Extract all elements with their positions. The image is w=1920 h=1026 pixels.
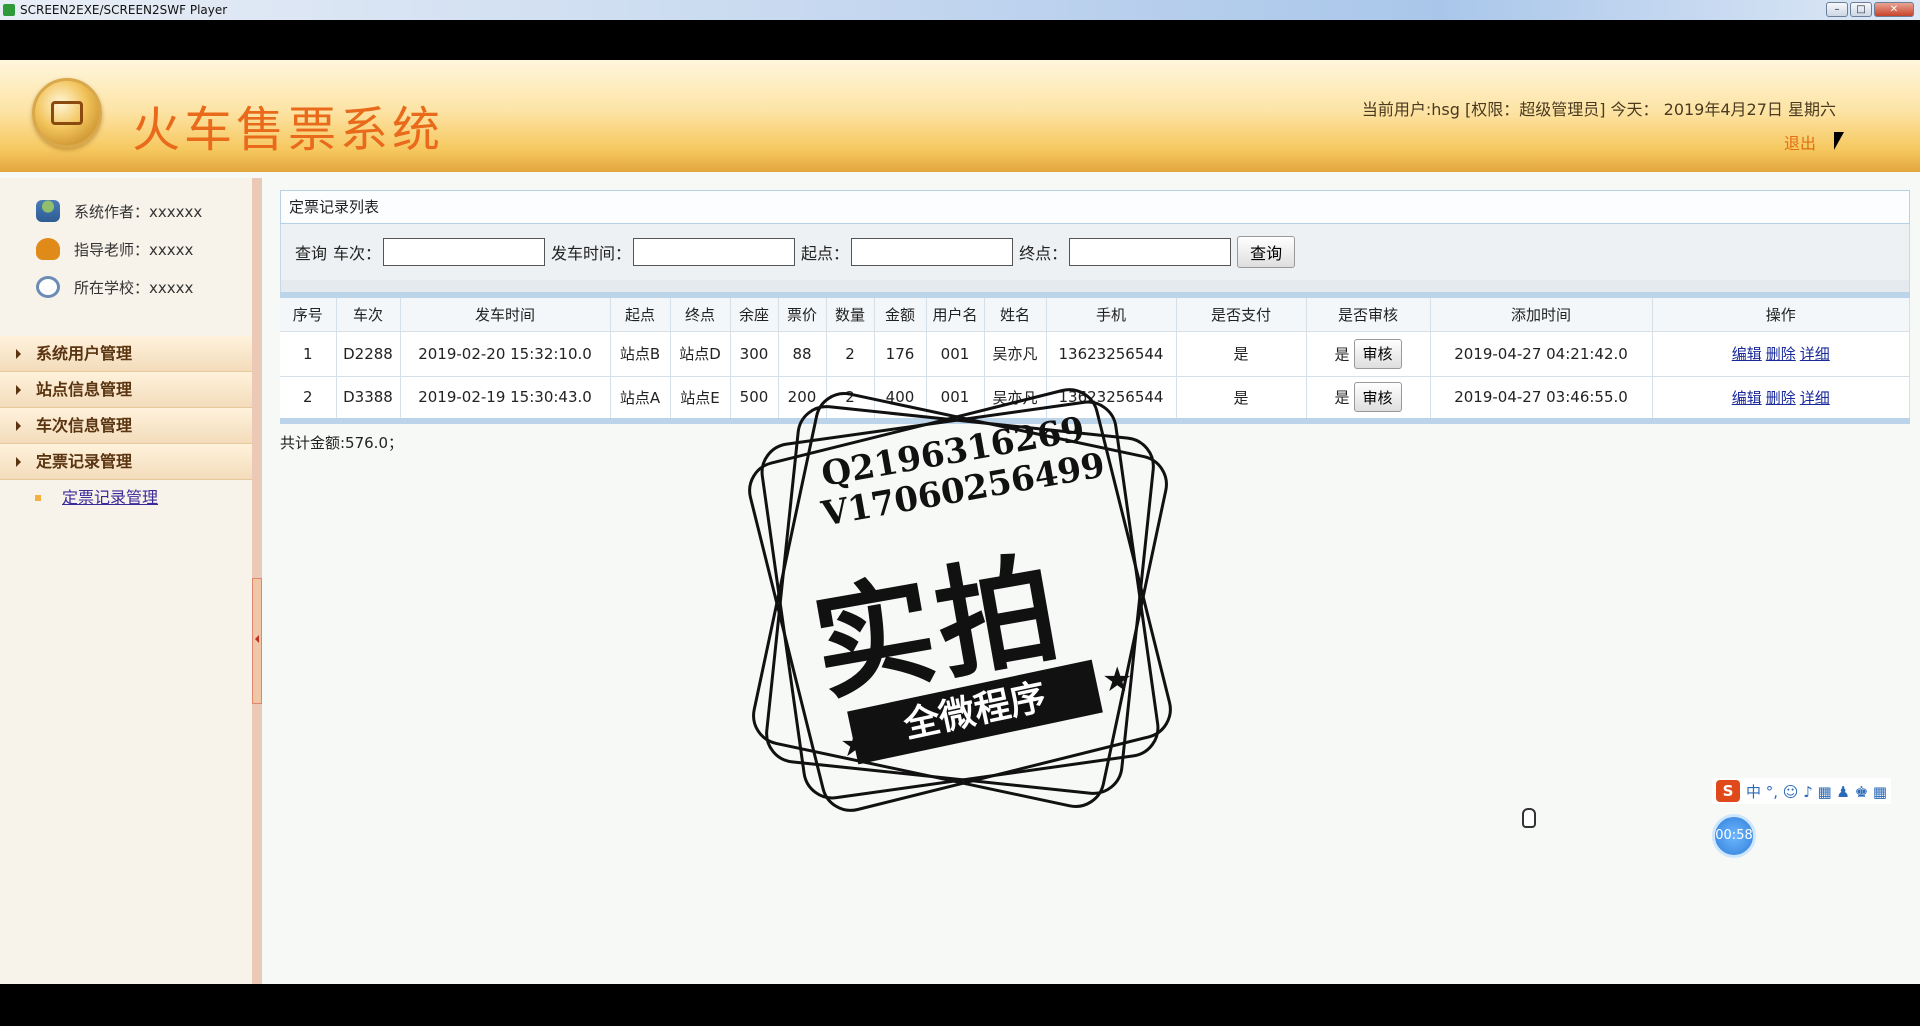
chevron-left-icon	[255, 635, 259, 643]
col-train: 车次	[336, 295, 401, 331]
table-row: 1 D2288 2019-02-20 15:32:10.0 站点B 站点D 30…	[280, 330, 1910, 376]
system-title: 火车售票系统	[132, 102, 445, 158]
col-actions: 操作	[1652, 295, 1910, 331]
delete-link[interactable]: 删除	[1766, 345, 1796, 363]
audit-button[interactable]: 审核	[1353, 338, 1402, 369]
sidebar: 系统作者：xxxxxx 指导老师：xxxxx 所在学校：xxxxx 系统用户管理…	[0, 178, 262, 984]
table-header-row: 序号 车次 发车时间 起点 终点 余座 票价 数量 金额 用户名 姓名 手机 是…	[280, 295, 1910, 331]
train-input[interactable]	[383, 238, 546, 266]
col-no: 序号	[280, 295, 337, 331]
watermark-ribbon: 全微程序	[847, 659, 1103, 765]
col-audited: 是否审核	[1306, 295, 1431, 331]
depart-time-label: 发车时间：	[551, 244, 632, 263]
watermark-line2: V17060256499	[818, 445, 1108, 535]
user-group-icon	[36, 200, 60, 222]
col-added: 添加时间	[1430, 295, 1653, 331]
col-paid: 是否支付	[1176, 295, 1307, 331]
minimize-button[interactable]: –	[1826, 2, 1848, 17]
delete-link[interactable]: 删除	[1766, 389, 1796, 407]
col-end: 终点	[670, 295, 731, 331]
clock-icon	[36, 276, 60, 298]
header: 火车售票系统 当前用户:hsg [权限：超级管理员] 今天： 2019年4月27…	[0, 60, 1920, 172]
col-phone: 手机	[1046, 295, 1177, 331]
end-input[interactable]	[1069, 238, 1232, 266]
depart-time-input[interactable]	[633, 238, 796, 266]
hand-pointer-icon	[1522, 808, 1536, 828]
bookings-table: 序号 车次 发车时间 起点 终点 余座 票价 数量 金额 用户名 姓名 手机 是…	[280, 292, 1910, 424]
sidebar-subitem-bookings[interactable]: 定票记录管理	[0, 480, 252, 516]
col-qty: 数量	[826, 295, 875, 331]
player-bottom-bar	[0, 984, 1920, 1026]
search-bar: 查询 车次： 发车时间： 起点： 终点： 查询	[280, 224, 1910, 280]
start-input[interactable]	[851, 238, 1014, 266]
app-root: 火车售票系统 当前用户:hsg [权限：超级管理员] 今天： 2019年4月27…	[0, 60, 1920, 984]
window-title: SCREEN2EXE/SCREEN2SWF Player	[20, 3, 228, 17]
train-logo-icon	[32, 78, 102, 148]
edit-link[interactable]: 编辑	[1732, 389, 1762, 407]
watermark-big-text: 实拍	[803, 538, 1073, 719]
col-user: 用户名	[926, 295, 985, 331]
total-amount: 共计金额:576.0；	[280, 434, 403, 452]
player-titlebar: SCREEN2EXE/SCREEN2SWF Player – □ ✕	[0, 0, 1920, 20]
ime-tools[interactable]: 中 °, ☺ ♪ ▦ ♟ ♚ ▦	[1746, 781, 1887, 802]
teacher-info: 指导老师：xxxxx	[0, 230, 252, 268]
col-start: 起点	[610, 295, 671, 331]
search-prefix-label: 查询	[295, 244, 328, 263]
panel-title: 定票记录列表	[280, 190, 1910, 224]
train-label: 车次：	[333, 244, 382, 263]
app-icon	[3, 4, 15, 16]
col-price: 票价	[778, 295, 827, 331]
search-button[interactable]: 查询	[1237, 236, 1296, 268]
sogou-ime-icon[interactable]: S	[1716, 780, 1740, 802]
maximize-button[interactable]: □	[1850, 2, 1872, 17]
col-seats: 余座	[730, 295, 779, 331]
audit-button[interactable]: 审核	[1353, 382, 1402, 413]
mouse-pointer-icon	[1834, 132, 1844, 150]
close-button[interactable]: ✕	[1874, 2, 1914, 17]
detail-link[interactable]: 详细	[1800, 389, 1830, 407]
recording-timer: 00:58	[1712, 814, 1756, 858]
sidebar-menu: 系统用户管理 站点信息管理 车次信息管理 定票记录管理 定票记录管理	[0, 336, 252, 516]
sidebar-collapse-handle[interactable]	[252, 578, 262, 704]
col-depart: 发车时间	[400, 295, 611, 331]
sidebar-item-stations[interactable]: 站点信息管理	[0, 372, 252, 408]
sidebar-item-users[interactable]: 系统用户管理	[0, 336, 252, 372]
end-label: 终点：	[1019, 244, 1068, 263]
logout-link[interactable]: 退出	[1784, 130, 1816, 154]
sidebar-item-trains[interactable]: 车次信息管理	[0, 408, 252, 444]
col-name: 姓名	[984, 295, 1047, 331]
school-info: 所在学校：xxxxx	[0, 268, 252, 306]
sidebar-item-bookings[interactable]: 定票记录管理	[0, 444, 252, 480]
ime-toolbar[interactable]: S 中 °, ☺ ♪ ▦ ♟ ♚ ▦	[1712, 778, 1892, 804]
current-user-info: 当前用户:hsg [权限：超级管理员] 今天： 2019年4月27日 星期六	[1361, 100, 1836, 119]
edit-link[interactable]: 编辑	[1732, 345, 1762, 363]
author-info: 系统作者：xxxxxx	[0, 192, 252, 230]
main-content: 定票记录列表 查询 车次： 发车时间： 起点： 终点： 查询 序号 车次 发车时…	[280, 190, 1910, 453]
star-icon: ★	[1102, 660, 1133, 700]
col-amount: 金额	[874, 295, 927, 331]
detail-link[interactable]: 详细	[1800, 345, 1830, 363]
star-icon: ★	[840, 725, 871, 765]
start-label: 起点：	[801, 244, 850, 263]
table-row: 2 D3388 2019-02-19 15:30:43.0 站点A 站点E 50…	[280, 375, 1910, 421]
phone-icon	[36, 238, 60, 260]
